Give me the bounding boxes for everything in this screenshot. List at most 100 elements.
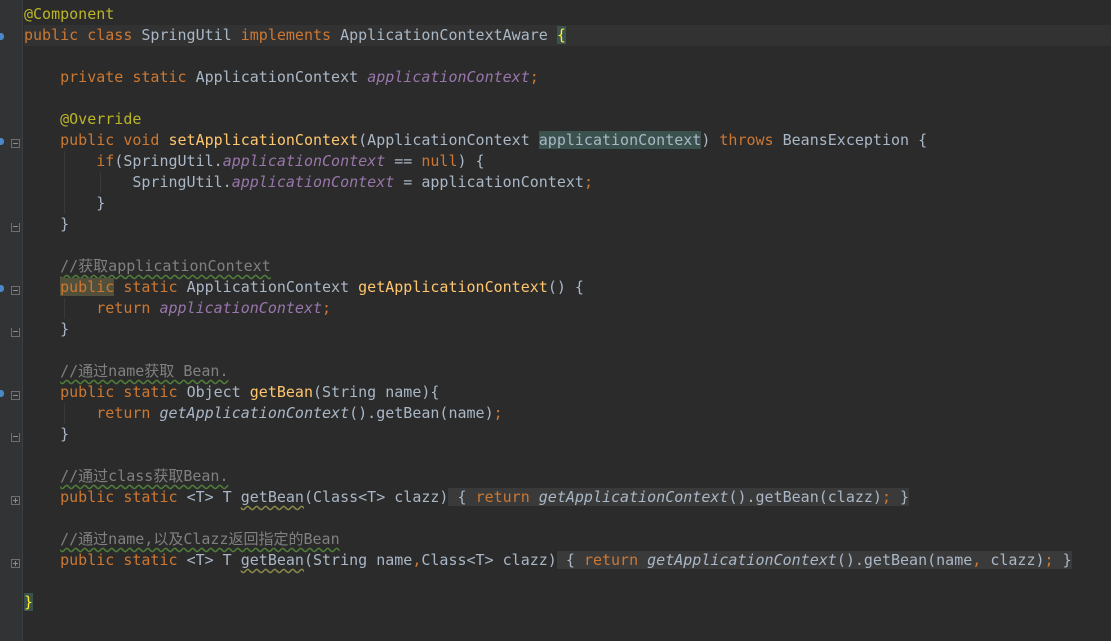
implements-gutter-icon[interactable] [0, 33, 4, 40]
code-text: ().getBean(name) [349, 404, 494, 422]
code-line: public void setApplicationContext(Applic… [24, 130, 1111, 151]
type-name: ApplicationContext [186, 278, 350, 296]
code-line: public static <T> T getBean(String name,… [24, 550, 1111, 571]
code-text: Class<T> clazz) [421, 551, 557, 569]
fold-end-icon[interactable] [11, 433, 20, 442]
comment: //通过name,以及Clazz返回指定的Bean [60, 530, 340, 548]
keyword: private [60, 68, 124, 86]
override-gutter-icon[interactable] [0, 138, 4, 145]
generic-type: <T> T [186, 551, 232, 569]
code-line: //获取applicationContext [24, 256, 1111, 277]
annotation: @Component [24, 5, 115, 23]
code-area[interactable]: @Component public class SpringUtil imple… [24, 4, 1111, 613]
fold-start-icon[interactable] [11, 139, 20, 148]
highlighted-param: applicationContext [538, 131, 702, 149]
code-line: @Override [24, 109, 1111, 130]
fold-start-icon[interactable] [11, 391, 20, 400]
static-field: applicationContext [222, 152, 386, 170]
brace: } [60, 215, 70, 233]
code-editor[interactable]: @Component public class SpringUtil imple… [0, 0, 1111, 641]
comment: //通过class获取Bean. [60, 467, 229, 485]
keyword: public [60, 488, 115, 506]
code-line: @Component [24, 4, 1111, 25]
static-field: applicationContext [367, 68, 530, 86]
param-list: (ApplicationContext [358, 131, 539, 149]
code-line: } [24, 193, 1111, 214]
keyword: public [60, 551, 115, 569]
code-text: ) { [457, 152, 485, 170]
keyword: return [96, 404, 151, 422]
class-name: SpringUtil [141, 26, 232, 44]
code-line-current: public class SpringUtil implements Appli… [24, 25, 1111, 46]
semicolon: ; [583, 173, 593, 191]
fold-end-icon[interactable] [11, 223, 20, 232]
fold-start-icon[interactable] [11, 286, 20, 295]
operator: == [385, 152, 422, 170]
comment: //通过name获取 Bean. [60, 362, 229, 380]
matched-brace: } [24, 593, 34, 611]
keyword: throws [719, 131, 774, 149]
keyword: public [60, 131, 115, 149]
exception-name: BeansException { [782, 131, 928, 149]
method-name: getBean [249, 383, 313, 401]
code-text: SpringUtil. [132, 173, 232, 191]
generic-type: <T> T [186, 488, 232, 506]
static-call: getApplicationContext [159, 404, 350, 422]
code-line: public static ApplicationContext getAppl… [24, 277, 1111, 298]
code-line: public static <T> T getBean(Class<T> cla… [24, 487, 1111, 508]
folded-block-plus-icon[interactable] [11, 496, 20, 505]
code-line: return applicationContext; [24, 298, 1111, 319]
override-gutter-icon[interactable] [0, 390, 4, 397]
code-text: (SpringUtil. [114, 152, 223, 170]
method-name-unused: getBean [240, 551, 304, 569]
interface-name: ApplicationContextAware [340, 26, 548, 44]
code-text: (Class<T> clazz) [303, 488, 449, 506]
code-line: } [24, 319, 1111, 340]
code-line: //通过class获取Bean. [24, 466, 1111, 487]
static-field: applicationContext [231, 173, 395, 191]
paren: ) [701, 131, 711, 149]
code-text: () { [547, 278, 584, 296]
code-line: } [24, 424, 1111, 445]
keyword: implements [240, 26, 332, 44]
code-line: return getApplicationContext().getBean(n… [24, 403, 1111, 424]
semicolon: ; [529, 68, 539, 86]
method-name-unused: getBean [240, 488, 304, 506]
comment: //获取applicationContext [60, 257, 271, 275]
type-name: Object [186, 383, 241, 401]
code-line: public static Object getBean(String name… [24, 382, 1111, 403]
code-line: SpringUtil.applicationContext = applicat… [24, 172, 1111, 193]
keyword: void [123, 131, 160, 149]
brace: } [96, 194, 106, 212]
editor-gutter[interactable] [0, 0, 23, 641]
code-text: (String name){ [313, 383, 440, 401]
keyword: class [87, 26, 133, 44]
code-line: } [24, 214, 1111, 235]
override-gutter-icon[interactable] [0, 285, 4, 292]
code-line: //通过name,以及Clazz返回指定的Bean [24, 529, 1111, 550]
code-text: (String name [303, 551, 413, 569]
keyword: if [96, 152, 115, 170]
folded-region[interactable]: { return getApplicationContext().getBean… [556, 551, 1072, 569]
method-name: getApplicationContext [358, 278, 548, 296]
folded-region[interactable]: { return getApplicationContext().getBean… [448, 488, 910, 506]
annotation: @Override [60, 110, 142, 128]
keyword: public [24, 26, 79, 44]
fold-end-icon[interactable] [11, 328, 20, 337]
keyword: static [123, 551, 178, 569]
brace: } [60, 320, 70, 338]
keyword: null [421, 152, 458, 170]
keyword-highlighted: public [60, 278, 115, 296]
type-name: ApplicationContext [195, 68, 359, 86]
code-line: if(SpringUtil.applicationContext == null… [24, 151, 1111, 172]
folded-block-plus-icon[interactable] [11, 559, 20, 568]
keyword: static [123, 488, 178, 506]
brace: } [60, 425, 70, 443]
keyword: static [123, 383, 178, 401]
